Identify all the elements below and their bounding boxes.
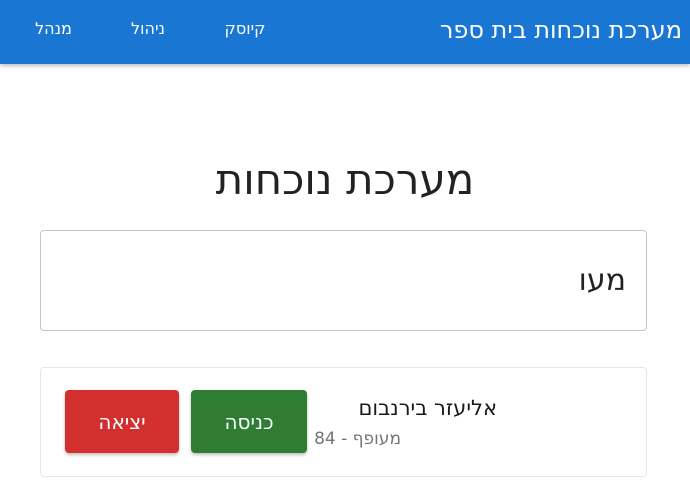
exit-button[interactable]: יציאה	[65, 390, 179, 453]
student-name: אליעזר בירנבום	[358, 396, 497, 420]
top-app-bar: מערכת נוכחות בית ספר קיוסק ניהול מנהל	[0, 0, 690, 64]
nav-link-kiosk[interactable]: קיוסק	[222, 18, 268, 40]
app-title: מערכת נוכחות בית ספר	[439, 16, 682, 44]
page-title: מערכת נוכחות	[215, 155, 475, 204]
nav-link-admin[interactable]: מנהל	[31, 18, 76, 40]
enter-button[interactable]: כניסה	[191, 390, 307, 453]
nav-link-manage[interactable]: ניהול	[127, 18, 169, 40]
search-input[interactable]	[41, 231, 646, 330]
student-class-info: מעופף - 84	[314, 429, 401, 449]
search-field	[40, 230, 647, 331]
